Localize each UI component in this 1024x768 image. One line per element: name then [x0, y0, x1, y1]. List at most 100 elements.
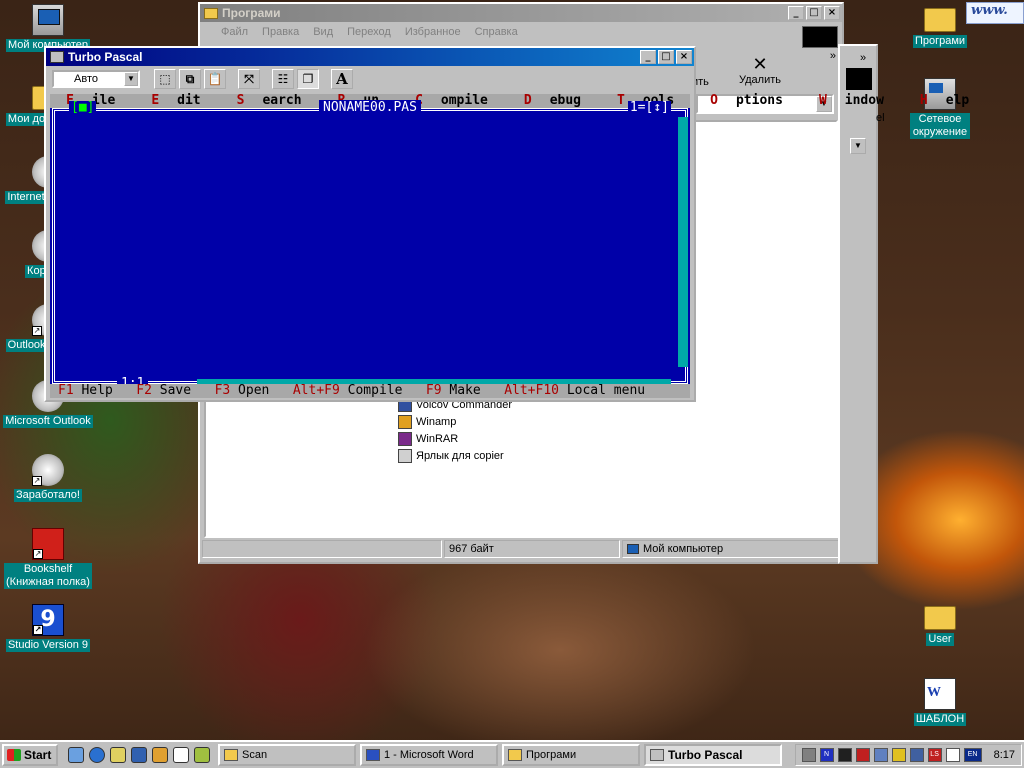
- show-desktop-icon[interactable]: [68, 747, 84, 763]
- tray-media-icon[interactable]: [837, 748, 852, 762]
- task-microsoft-word[interactable]: 1 - Microsoft Word: [360, 744, 498, 766]
- word-icon: [366, 749, 380, 761]
- status-item-save[interactable]: F2 Save: [136, 383, 191, 398]
- desktop-icon-bookshelf[interactable]: ↗ Bookshelf (Книжная полка): [2, 528, 94, 589]
- maximize-button[interactable]: □: [658, 50, 674, 64]
- delete-button-label: Удалить: [739, 74, 781, 86]
- menu-go[interactable]: Переход: [340, 26, 398, 38]
- desktop-icon-user[interactable]: User: [894, 600, 986, 646]
- toolbar-overflow-icon[interactable]: »: [860, 52, 866, 64]
- ie-icon[interactable]: [89, 747, 105, 763]
- app-icon[interactable]: [194, 747, 210, 763]
- tray-panda-icon[interactable]: [945, 748, 960, 762]
- menu-help[interactable]: Справка: [468, 26, 525, 38]
- task-label: Turbo Pascal: [668, 748, 743, 762]
- tp-menu-options[interactable]: Options: [710, 94, 801, 108]
- panda-icon[interactable]: [173, 747, 189, 763]
- channels-icon[interactable]: [131, 747, 147, 763]
- menu-edit[interactable]: Правка: [255, 26, 306, 38]
- task-label: Scan: [242, 749, 268, 761]
- app-icon: ↗: [32, 454, 64, 486]
- desktop-icon-studio-version-9[interactable]: 9 ↗ Studio Version 9: [2, 604, 94, 652]
- word-doc-icon: [924, 678, 956, 710]
- tp-menu-help[interactable]: Help: [920, 94, 987, 108]
- desktop-icon-network[interactable]: Сетевое окружение: [894, 78, 986, 139]
- maximize-button[interactable]: □: [806, 6, 822, 20]
- clock[interactable]: 8:17: [994, 749, 1015, 761]
- font-size-value: Авто: [74, 73, 98, 85]
- menu-favorites[interactable]: Избранное: [398, 26, 468, 38]
- fragment-label: el: [876, 112, 885, 124]
- desktop-icon-shablon[interactable]: ШАБЛОН: [894, 678, 986, 726]
- turbo-pascal-window[interactable]: Turbo Pascal _ □ × Авто ▼ ⬚ ⧉ 📋 ⤧ ☷ ❐ A …: [44, 46, 969, 402]
- desktop-icon-my-computer[interactable]: Мой компьютер: [2, 4, 94, 52]
- tray-monitor-icon[interactable]: [873, 748, 888, 762]
- desktop-icon-zarabotalo[interactable]: ↗ Заработало!: [2, 454, 94, 502]
- font-button[interactable]: A: [331, 69, 353, 89]
- minimize-button[interactable]: _: [640, 50, 656, 64]
- desktop-icon-label: Програми: [912, 35, 968, 48]
- paste-button[interactable]: 📋: [204, 69, 226, 89]
- status-item-local-menu[interactable]: Alt+F10 Local menu: [504, 383, 645, 398]
- tray-ls-icon[interactable]: LS: [927, 748, 942, 762]
- studio-icon: 9 ↗: [32, 604, 64, 636]
- delete-button[interactable]: ✕ Удалить: [734, 54, 786, 86]
- task-label: 1 - Microsoft Word: [384, 749, 474, 761]
- status-item-open[interactable]: F3 Open: [215, 383, 270, 398]
- task-scan[interactable]: Scan: [218, 744, 356, 766]
- turbo-pascal-titlebar[interactable]: Turbo Pascal _ □ ×: [46, 48, 694, 66]
- tp-menu-window[interactable]: Window: [819, 94, 902, 108]
- tray-language-icon[interactable]: EN: [963, 748, 982, 762]
- vertical-scrollbar[interactable]: [678, 117, 688, 367]
- outlook-express-icon[interactable]: [110, 747, 126, 763]
- start-button[interactable]: Start: [2, 744, 58, 766]
- desktop-icon-label: User: [926, 633, 954, 646]
- mark-button[interactable]: ⬚: [154, 69, 176, 89]
- list-item[interactable]: Ярлык для copier: [398, 447, 512, 464]
- copy-button[interactable]: ⧉: [179, 69, 201, 89]
- pencil-icon[interactable]: [152, 747, 168, 763]
- dos-console[interactable]: File Edit Search Run Compile Debug Tools…: [50, 94, 969, 398]
- status-size: 967 байт: [444, 540, 620, 558]
- tray-ati-icon[interactable]: [855, 748, 870, 762]
- chevron-down-icon[interactable]: ▼: [124, 72, 138, 86]
- editor-filename: NONAME00.PAS: [319, 100, 421, 115]
- fullscreen-icon: ⤧: [244, 72, 254, 86]
- task-programs[interactable]: Програми: [502, 744, 640, 766]
- explorer-window-2[interactable]: » el ▼: [838, 44, 885, 564]
- properties-button[interactable]: ☷: [272, 69, 294, 89]
- delete-icon: ✕: [752, 54, 768, 74]
- task-turbo-pascal[interactable]: Turbo Pascal: [644, 744, 782, 766]
- editor-window[interactable]: [■] NONAME00.PAS 1=[↕] 1:1: [52, 100, 688, 391]
- chevron-down-icon[interactable]: ▼: [850, 138, 866, 154]
- desktop-icon-label: Заработало!: [14, 489, 82, 502]
- tray-app-icon[interactable]: [801, 748, 816, 762]
- close-button[interactable]: ×: [824, 6, 840, 20]
- status-location: Мой компьютер: [622, 540, 840, 558]
- status-location-label: Мой компьютер: [643, 543, 724, 555]
- desktop-icon-programs[interactable]: Програми: [894, 2, 986, 48]
- fullscreen-button[interactable]: ⤧: [238, 69, 260, 89]
- tray-display-icon[interactable]: [909, 748, 924, 762]
- explorer-titlebar[interactable]: Програми _ □ ×: [200, 4, 842, 22]
- close-button[interactable]: ×: [676, 50, 692, 64]
- list-item[interactable]: WinRAR: [398, 430, 512, 447]
- editor-window-number[interactable]: 1=[↕]: [627, 101, 671, 115]
- list-item[interactable]: Winamp: [398, 413, 512, 430]
- explorer-menubar: Файл Правка Вид Переход Избранное Справк…: [200, 22, 842, 42]
- background-button[interactable]: ❐: [297, 69, 319, 89]
- status-item-compile[interactable]: Alt+F9 Compile: [293, 383, 403, 398]
- shortcut-arrow-icon: ↗: [32, 476, 42, 486]
- font-size-select[interactable]: Авто ▼: [52, 70, 140, 88]
- menu-file[interactable]: Файл: [214, 26, 255, 38]
- tray-norton-icon[interactable]: N: [819, 748, 834, 762]
- menu-view[interactable]: Вид: [306, 26, 340, 38]
- status-item-help[interactable]: F1 Help: [58, 383, 113, 398]
- dos-app-icon: [650, 749, 664, 761]
- winamp-icon: [398, 414, 412, 429]
- tray-volume-icon[interactable]: [891, 748, 906, 762]
- status-item-make[interactable]: F9 Make: [426, 383, 481, 398]
- minimize-button[interactable]: _: [788, 6, 804, 20]
- toolbar-overflow-icon[interactable]: »: [830, 50, 836, 62]
- computer-icon: [627, 544, 639, 554]
